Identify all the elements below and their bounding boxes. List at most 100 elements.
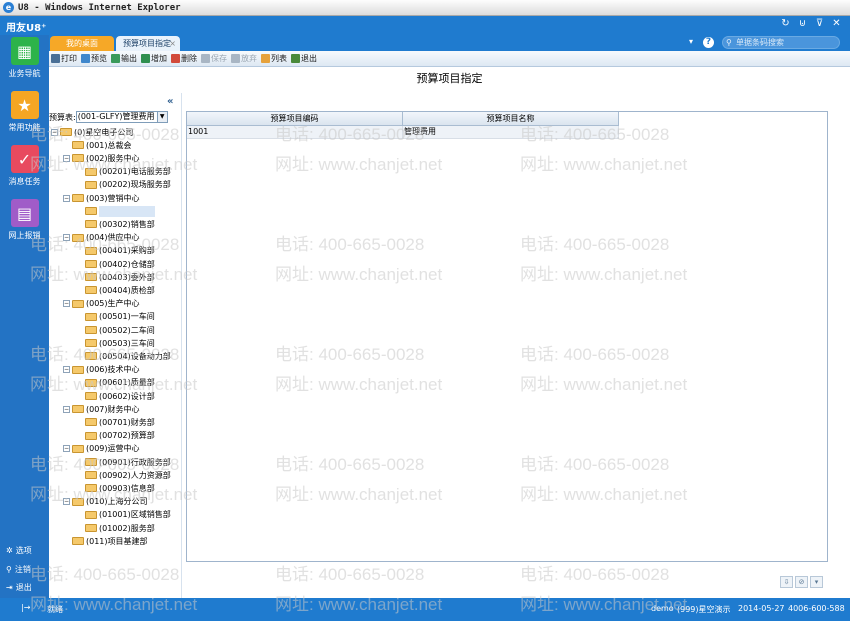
status-ready: 就绪 [47,605,63,614]
table-row[interactable]: 1001 管理费用 [187,126,619,139]
tree-expand-icon[interactable]: − [63,366,70,374]
tree-node[interactable]: (00902)人力资源部 [85,469,171,481]
export-button[interactable]: 输出 [111,53,137,64]
budget-table-select[interactable]: (001-GLFY)管理费用 ▼ [75,111,168,123]
exit-button[interactable]: 退出 [291,53,317,64]
nav-business[interactable]: ▦ 业务导航 [0,37,49,79]
pager-more-icon[interactable]: ▾ [810,576,823,588]
tree-node[interactable]: − (006)技术中心 [63,364,140,376]
tree-expand-icon[interactable]: − [63,300,70,308]
tree-node[interactable]: (011)项目基建部 [63,535,148,547]
tab-close-icon[interactable]: × [169,36,176,51]
folder-icon [72,537,84,546]
tree-node[interactable]: (00901)行政服务部 [85,456,171,468]
tree-node[interactable]: (00602)设计部 [85,390,155,402]
tree-node[interactable]: − (004)供应中心 [63,232,140,244]
tree-expand-icon[interactable]: − [63,154,70,162]
collapse-panel-icon[interactable]: « [167,96,173,107]
tree-node[interactable]: − (003)营销中心 [63,192,140,204]
save-label: 保存 [211,54,227,63]
tree-node[interactable]: (01001)区域销售部 [85,509,171,521]
nav-reimburse[interactable]: ▤ 网上报销 [0,199,49,241]
discard-button[interactable]: 放弃 [231,53,257,64]
tree-node[interactable]: − (010)上海分公司 [63,496,148,508]
tree-node[interactable]: (00504)设备动力部 [85,350,171,362]
tree-node[interactable]: (00402)仓储部 [85,258,155,270]
logout-link[interactable]: ⚲ 注销 [6,564,31,575]
column-header-code[interactable]: 预算项目编码 [187,112,403,126]
tree-node-label: (00401)采购部 [99,246,155,256]
tree-node[interactable]: (01002)服务部 [85,522,155,534]
tree-node[interactable]: (00401)采购部 [85,245,155,257]
left-navigation: ▦ 业务导航 ★ 常用功能 ✓ 消息任务 ▤ 网上报销 ✲ 选项 ⚲ 注销 ⇥ … [0,35,49,598]
close-icon[interactable]: ✕ [831,18,842,29]
tree-node[interactable]: (00501)一车间 [85,311,155,323]
tree-node[interactable]: − (009)运营中心 [63,443,140,455]
tree-expand-icon[interactable]: − [63,498,70,506]
print-button[interactable]: 打印 [51,53,77,64]
pager-first-icon[interactable]: ⇩ [780,576,793,588]
tree-node[interactable]: − (007)财务中心 [63,403,140,415]
refresh-icon[interactable]: ↻ [780,18,791,29]
tab-my-desktop[interactable]: 我的桌面 [50,36,114,51]
tree-node[interactable]: (00702)预算部 [85,430,155,442]
tree-expand-icon[interactable]: − [63,194,70,202]
cell-item-name[interactable]: 管理费用 [403,126,619,138]
restore-icon[interactable]: ⊽ [814,18,825,29]
tab-budget-assign[interactable]: 预算项目指定 × [116,36,180,51]
tree-node-label: (0)星空电子公司 [74,127,134,137]
grid-pager: ⇩ ⊘ ▾ [780,576,823,588]
tree-node[interactable]: − (0)星空电子公司 [51,126,133,138]
tree-node[interactable]: (00201)电话服务部 [85,166,171,178]
delete-button[interactable]: 删除 [171,53,197,64]
tree-expand-icon[interactable]: − [51,128,58,136]
tree-node[interactable]: (00403)委外部 [85,271,155,283]
barcode-search-input[interactable]: ⚲ 单据条码搜索 [722,36,840,49]
status-bar: |→ 就绪 demo (999)星空演示 2014-05-27 4006-600… [0,598,850,621]
tree-node-label: (01002)服务部 [99,523,155,533]
tree-node[interactable]: − (005)生产中心 [63,298,140,310]
folder-icon [85,326,97,334]
folder-icon [85,418,97,427]
tree-node[interactable]: − (002)服务中心 [63,152,140,164]
expand-icon[interactable]: |→ [21,603,30,612]
tree-node[interactable]: (00701)财务部 [85,416,155,428]
tree-node[interactable]: (00302)销售部 [85,218,155,230]
tree-expand-icon[interactable]: − [63,405,70,413]
exit-label: 退出 [15,583,32,592]
tree-node[interactable]: (00903)信息部 [85,482,155,494]
cell-item-code[interactable]: 1001 [187,126,403,138]
help-icon[interactable]: ? [703,37,714,48]
tree-node[interactable]: (00301)市场部 [85,205,155,217]
nav-messages[interactable]: ✓ 消息任务 [0,145,49,187]
nav-reimburse-label: 网上报销 [8,231,41,240]
reimburse-icon: ▤ [10,199,39,227]
save-button[interactable]: 保存 [201,53,227,64]
nav-favorites-label: 常用功能 [8,123,41,132]
dropdown-arrow-icon[interactable]: ▼ [156,112,167,122]
list-button[interactable]: 列表 [261,53,287,64]
column-header-name[interactable]: 预算项目名称 [403,112,619,126]
preview-button[interactable]: 预览 [81,53,107,64]
tree-node-label: (002)服务中心 [86,153,140,163]
header-controls: ↻ ⊍ ⊽ ✕ [780,18,842,29]
options-link[interactable]: ✲ 选项 [6,545,32,556]
tree-expand-icon[interactable]: − [63,445,70,453]
tree-node[interactable]: (00601)质量部 [85,377,155,389]
chevron-down-icon[interactable]: ▾ [689,37,693,46]
tree-node[interactable]: (001)总裁会 [63,139,132,151]
tree-node[interactable]: (00503)三车间 [85,337,155,349]
tree-node[interactable]: (00404)质检部 [85,284,155,296]
tree-node-label: (00503)三车间 [99,338,155,348]
tree-node-label: (00302)销售部 [99,219,155,229]
minimize-icon[interactable]: ⊍ [797,18,808,29]
tree-node-label: (00701)财务部 [99,417,155,427]
pager-help-icon[interactable]: ⊘ [795,576,808,588]
star-icon: ★ [10,91,39,119]
add-button[interactable]: 增加 [141,53,167,64]
tree-node[interactable]: (00202)现场服务部 [85,179,171,191]
exit-link[interactable]: ⇥ 退出 [6,582,32,593]
tree-expand-icon[interactable]: − [63,234,70,242]
nav-favorites[interactable]: ★ 常用功能 [0,91,49,133]
tree-node[interactable]: (00502)二车间 [85,324,155,336]
